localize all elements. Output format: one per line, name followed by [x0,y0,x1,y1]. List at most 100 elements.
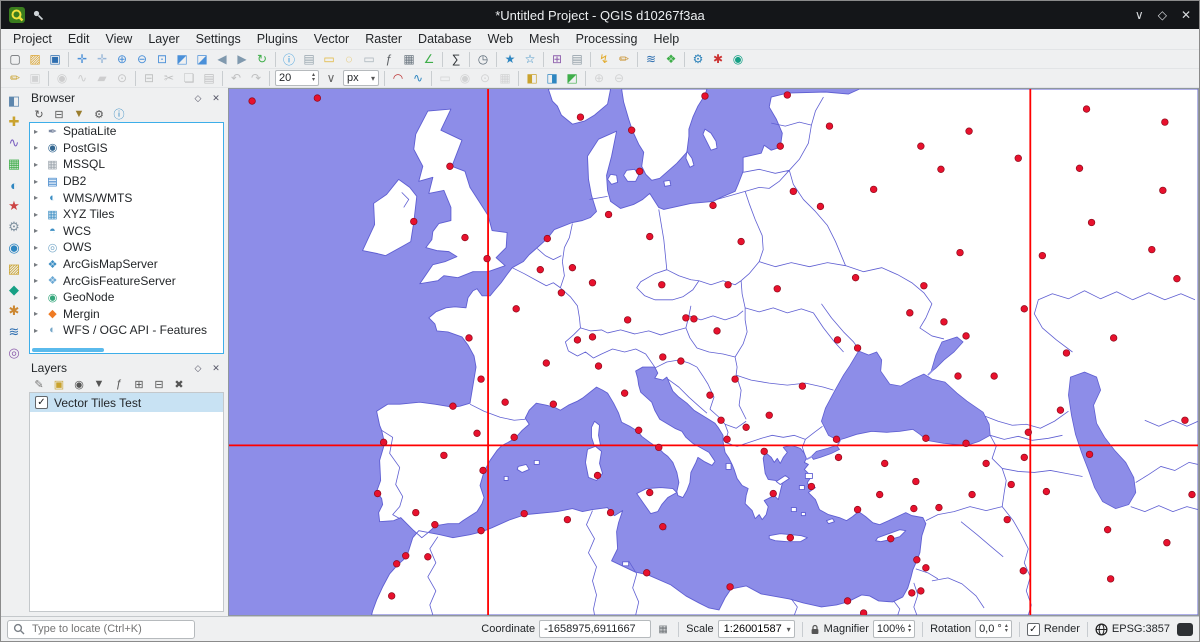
merge-features-icon[interactable]: ⊙ [475,70,495,87]
browser-item-db2[interactable]: ▸▤DB2 [30,173,223,190]
temporal-controller-icon[interactable]: ◷ [473,51,493,68]
add-postgis-layer-icon[interactable]: ◉ [5,239,23,257]
refresh-map-icon[interactable]: ↻ [252,51,272,68]
select-freehand-icon[interactable]: ◌ [339,51,359,68]
expand-all-icon[interactable]: ⊞ [131,377,147,391]
menu-web[interactable]: Web [480,30,521,48]
expand-arrow-icon[interactable]: ▸ [34,143,42,152]
expand-arrow-icon[interactable]: ▸ [34,193,42,202]
menu-mesh[interactable]: Mesh [521,30,568,48]
minimize-button[interactable]: ∨ [1135,9,1144,21]
browser-item-wms-wmts[interactable]: ▸◐WMS/WMTS [30,189,223,206]
add-line-feature-icon[interactable]: ∿ [72,70,92,87]
remove-layer-icon[interactable]: ✖ [171,377,187,391]
digitizing-unit-select[interactable]: px▾ [343,70,379,86]
menu-raster[interactable]: Raster [357,30,410,48]
expand-arrow-icon[interactable]: ▸ [34,226,42,235]
browser-collapse-all-icon[interactable]: ⊟ [51,107,67,121]
zoom-to-selection-icon[interactable]: ◩ [172,51,192,68]
browser-item-postgis[interactable]: ▸◉PostGIS [30,140,223,157]
pin-icon[interactable] [32,9,44,21]
manage-plugins-icon[interactable]: ❖ [661,51,681,68]
measure-line-icon[interactable]: ∠ [419,51,439,68]
lock-icon[interactable] [810,624,820,635]
extents-toggle-icon[interactable]: ▦ [655,622,671,636]
menu-database[interactable]: Database [410,30,480,48]
render-checkbox[interactable]: ✓ [1027,623,1040,636]
open-attribute-table-icon[interactable]: ▦ [399,51,419,68]
zoom-last-icon[interactable]: ◀ [212,51,232,68]
expand-arrow-icon[interactable]: ▸ [34,243,42,252]
expand-arrow-icon[interactable]: ▸ [34,127,42,136]
expand-arrow-icon[interactable]: ▸ [34,326,42,335]
browser-filter-icon[interactable]: ▼ [71,107,87,121]
add-raster-layer-icon[interactable]: ∿ [5,134,23,152]
scale-combo[interactable]: ▾ [718,620,795,638]
browser-refresh-icon[interactable]: ↻ [31,107,47,121]
layer-styling-icon[interactable]: ◩ [562,70,582,87]
expand-arrow-icon[interactable]: ▸ [34,177,42,186]
map-tips-icon[interactable]: ↯ [594,51,614,68]
pan-to-selection-icon[interactable]: ✛ [92,51,112,68]
filter-legend-icon[interactable]: ▼ [91,377,107,391]
browser-item-mssql[interactable]: ▸▦MSSQL [30,156,223,173]
maximize-button[interactable]: ◇ [1158,9,1167,21]
layout-manager-icon[interactable]: ▤ [567,51,587,68]
toggle-editing-icon[interactable]: ✏ [5,70,25,87]
simplify-feature-icon[interactable]: ⊕ [589,70,609,87]
spin-down-icon[interactable]: ▾ [1005,629,1008,634]
add-wfs-layer-icon[interactable]: ✱ [5,302,23,320]
identify-features-icon[interactable]: ⓘ [279,51,299,68]
copy-features-icon[interactable]: ❏ [179,70,199,87]
help-contents-icon[interactable]: ◉ [728,51,748,68]
zoom-next-icon[interactable]: ▶ [232,51,252,68]
menu-project[interactable]: Project [5,30,60,48]
coordinate-input[interactable] [539,620,651,638]
paste-features-icon[interactable]: ▤ [199,70,219,87]
add-spatialite-layer-icon[interactable]: ▨ [5,260,23,278]
add-vector-layer-icon[interactable]: ✚ [5,113,23,131]
locate-input[interactable] [30,622,189,636]
add-point-feature-icon[interactable]: ◉ [52,70,72,87]
offset-curve-icon[interactable]: ⊖ [609,70,629,87]
vertex-tool-icon[interactable]: ⊙ [112,70,132,87]
cut-features-icon[interactable]: ✂ [159,70,179,87]
collapse-all-icon[interactable]: ⊟ [151,377,167,391]
magnifier-spinner[interactable]: 100% ▴▾ [873,620,915,638]
layer-diagram-icon[interactable]: ◨ [542,70,562,87]
expand-arrow-icon[interactable]: ▸ [34,210,42,219]
expand-arrow-icon[interactable]: ▸ [34,160,42,169]
add-delimited-text-icon[interactable]: ⚙ [5,218,23,236]
browser-item-mergin[interactable]: ▸◆Mergin [30,306,223,323]
menu-edit[interactable]: Edit [60,30,98,48]
zoom-to-layer-icon[interactable]: ◪ [192,51,212,68]
new-bookmark-icon[interactable]: ★ [500,51,520,68]
map-svg[interactable] [229,89,1198,615]
layer-item[interactable]: ✓Vector Tiles Test [30,393,223,412]
expand-arrow-icon[interactable]: ▸ [34,260,42,269]
scale-combo-arrow-icon[interactable]: ▾ [787,625,791,634]
add-point-cloud-icon[interactable]: ★ [5,197,23,215]
zoom-out-icon[interactable]: ⊖ [132,51,152,68]
spinner-arrows-icon[interactable]: ▴▾ [312,73,315,83]
browser-float-button[interactable]: ◇ [192,93,204,104]
layer-labeling-icon[interactable]: ◧ [522,70,542,87]
browser-item-wfs-ogc-api-features[interactable]: ▸◐WFS / OGC API - Features [30,322,223,339]
menu-help[interactable]: Help [645,30,687,48]
add-group-icon[interactable]: ▣ [51,377,67,391]
data-source-manager-icon[interactable]: ◧ [5,92,23,110]
map-canvas[interactable] [228,88,1199,616]
split-features-icon[interactable]: ◉ [455,70,475,87]
browser-item-arcgisfeatureserver[interactable]: ▸❖ArcGisFeatureServer [30,272,223,289]
open-layer-styling-icon[interactable]: ✎ [31,377,47,391]
browser-properties-icon[interactable]: ⚙ [91,107,107,121]
expand-arrow-icon[interactable]: ▸ [34,276,42,285]
save-edits-icon[interactable]: ▣ [25,70,45,87]
processing-toolbox-icon[interactable]: ⚙ [688,51,708,68]
spin-down-icon[interactable]: ▾ [908,629,911,634]
zoom-full-icon[interactable]: ⊡ [152,51,172,68]
new-layout-icon[interactable]: ⊞ [547,51,567,68]
add-arcgis-layer-icon[interactable]: ≋ [5,323,23,341]
annotation-icon[interactable]: ✏ [614,51,634,68]
layers-close-button[interactable]: ✕ [210,363,222,374]
